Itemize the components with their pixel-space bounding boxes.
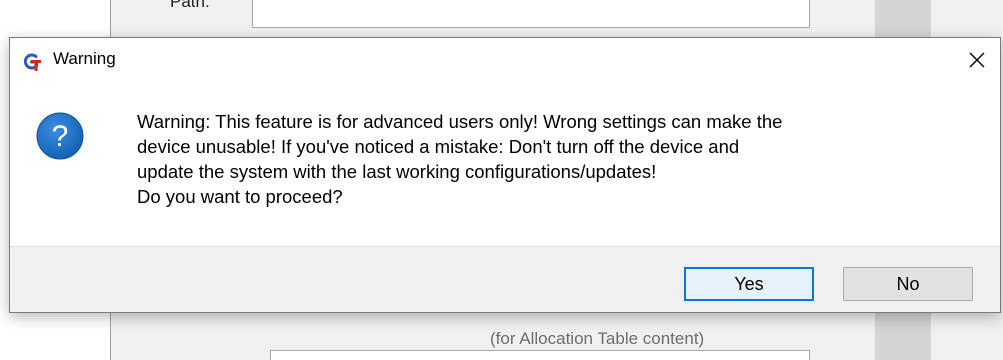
- message-line: update the system with the last working …: [137, 161, 657, 182]
- message-line: Do you want to proceed?: [137, 186, 343, 207]
- warning-dialog: Warning ? Warning: This feature is for a…: [9, 37, 1001, 313]
- dialog-message: Warning: This feature is for advanced us…: [137, 109, 977, 209]
- message-line: Warning: This feature is for advanced us…: [137, 111, 783, 132]
- close-button[interactable]: [954, 38, 1000, 82]
- message-line: device unusable! If you've noticed a mis…: [137, 136, 740, 157]
- yes-button[interactable]: Yes: [684, 267, 814, 301]
- dialog-footer: Yes No: [10, 246, 1000, 312]
- bottom-input[interactable]: [270, 350, 810, 360]
- dialog-titlebar[interactable]: Warning: [10, 38, 1000, 82]
- path-input[interactable]: [252, 0, 810, 28]
- path-label: Path:: [170, 0, 210, 11]
- close-icon: [969, 52, 985, 68]
- no-button[interactable]: No: [843, 267, 973, 301]
- question-icon: ?: [36, 112, 84, 160]
- svg-text:?: ?: [52, 120, 69, 153]
- gt-app-icon: [22, 52, 42, 72]
- screen: Path: (for Allocation Table content) War…: [0, 0, 1003, 360]
- dialog-title: Warning: [53, 49, 116, 68]
- dialog-content: ? Warning: This feature is for advanced …: [10, 82, 1000, 246]
- allocation-table-hint: (for Allocation Table content): [490, 329, 705, 348]
